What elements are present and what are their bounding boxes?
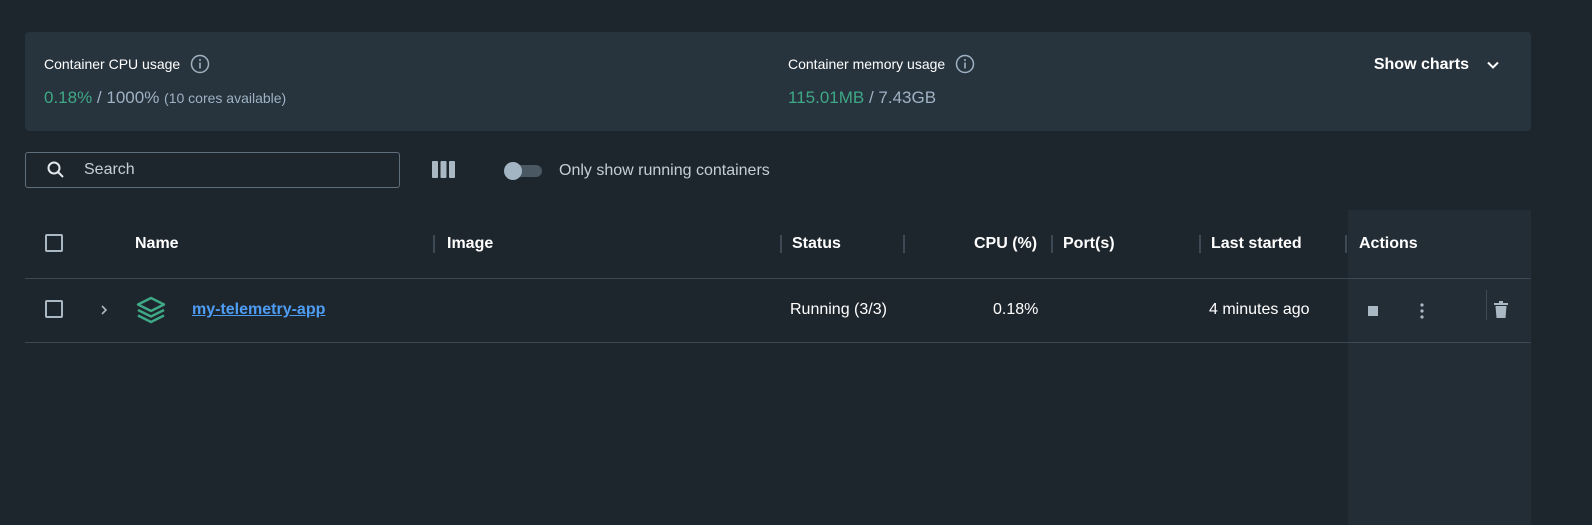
cpu-used: 0.18% xyxy=(44,88,93,107)
select-all-checkbox[interactable] xyxy=(45,234,63,252)
row-last-started: 4 minutes ago xyxy=(1209,301,1310,318)
toggle-thumb xyxy=(504,162,522,180)
container-name-link[interactable]: my-telemetry-app xyxy=(192,301,325,319)
memory-usage-value: 115.01MB / 7.43GB xyxy=(788,88,975,108)
running-only-toggle[interactable] xyxy=(504,161,542,181)
cpu-usage-stat: Container CPU usage 0.18% / 1000% (10 co… xyxy=(44,54,286,108)
table-row[interactable]: my-telemetry-app Running (3/3) 0.18% 4 m… xyxy=(25,279,1531,343)
trash-icon[interactable] xyxy=(1493,300,1509,320)
running-only-label: Only show running containers xyxy=(559,162,770,179)
row-cpu: 0.18% xyxy=(993,301,1039,318)
info-icon[interactable] xyxy=(190,54,210,74)
header-actions: Actions xyxy=(1359,235,1418,252)
table-header: Name Image Status CPU (%) Port(s) Last s… xyxy=(25,210,1531,279)
memory-used: 115.01MB xyxy=(788,88,865,107)
cpu-usage-label: Container CPU usage xyxy=(44,56,181,72)
column-resize-handle[interactable] xyxy=(1051,235,1053,253)
cpu-total: 1000% xyxy=(106,88,160,107)
row-status: Running (3/3) xyxy=(790,301,887,318)
cpu-separator: / xyxy=(92,88,107,107)
search-icon xyxy=(47,161,64,178)
more-vertical-icon[interactable] xyxy=(1414,301,1430,321)
header-image[interactable]: Image xyxy=(447,235,493,253)
header-last-started[interactable]: Last started xyxy=(1211,235,1302,253)
chevron-down-icon xyxy=(1487,61,1499,69)
memory-usage-stat: Container memory usage 115.01MB / 7.43GB xyxy=(788,54,975,108)
memory-separator: / xyxy=(864,88,879,107)
column-resize-handle[interactable] xyxy=(1345,235,1347,253)
cpu-cores-note: (10 cores available) xyxy=(164,90,287,106)
header-name[interactable]: Name xyxy=(135,235,179,253)
column-resize-handle[interactable] xyxy=(780,235,782,253)
memory-total: 7.43GB xyxy=(878,88,937,107)
show-charts-label: Show charts xyxy=(1373,56,1469,73)
stop-icon[interactable] xyxy=(1365,303,1381,319)
column-resize-handle[interactable] xyxy=(903,235,905,253)
info-icon[interactable] xyxy=(955,54,975,74)
column-resize-handle[interactable] xyxy=(433,235,435,253)
cpu-usage-value: 0.18% / 1000% (10 cores available) xyxy=(44,88,286,108)
cpu-usage-label-row: Container CPU usage xyxy=(44,54,286,74)
search-box[interactable] xyxy=(25,152,400,188)
chevron-right-icon[interactable] xyxy=(98,303,110,317)
columns-icon xyxy=(432,161,455,178)
stack-icon xyxy=(136,296,166,324)
column-resize-handle[interactable] xyxy=(1199,235,1201,253)
header-ports[interactable]: Port(s) xyxy=(1063,235,1115,253)
show-charts-button[interactable]: Show charts xyxy=(1374,56,1501,74)
columns-button[interactable] xyxy=(431,160,457,185)
actions-divider xyxy=(1486,290,1487,320)
search-input[interactable] xyxy=(82,160,386,180)
row-checkbox[interactable] xyxy=(45,300,63,318)
header-cpu[interactable]: CPU (%) xyxy=(974,235,1037,253)
container-stats-panel: Container CPU usage 0.18% / 1000% (10 co… xyxy=(25,32,1531,131)
header-status[interactable]: Status xyxy=(792,235,841,253)
memory-usage-label: Container memory usage xyxy=(788,56,946,72)
memory-usage-label-row: Container memory usage xyxy=(788,54,975,74)
